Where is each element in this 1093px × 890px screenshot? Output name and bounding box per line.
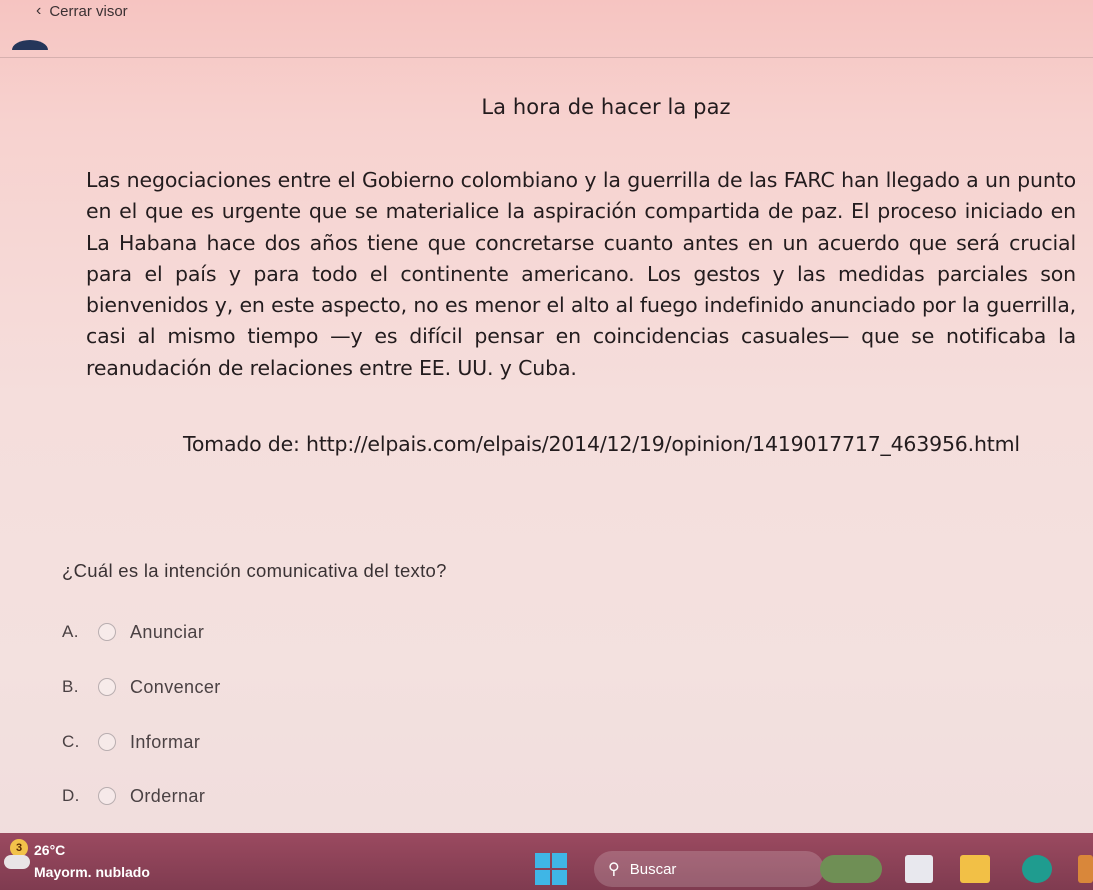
option-a[interactable]: A. Anunciar — [62, 621, 204, 643]
option-letter: C. — [62, 732, 80, 751]
chevron-left-icon: ‹ — [36, 2, 42, 19]
option-b[interactable]: B. Convencer — [62, 676, 221, 698]
document-title: La hora de hacer la paz — [481, 95, 731, 119]
option-c[interactable]: C. Informar — [62, 731, 200, 753]
option-letter: D. — [62, 786, 80, 805]
option-letter: A. — [62, 622, 79, 641]
toolbar-divider — [0, 57, 1093, 58]
task-view-icon[interactable] — [905, 855, 933, 883]
cloud-icon — [4, 855, 30, 869]
store-icon[interactable] — [1078, 855, 1093, 883]
option-label: Anunciar — [130, 621, 205, 642]
file-explorer-icon[interactable] — [960, 855, 990, 883]
option-label: Ordernar — [130, 785, 206, 806]
question-text: ¿Cuál es la intención comunicativa del t… — [62, 560, 447, 581]
edge-browser-icon[interactable] — [1022, 855, 1052, 883]
weather-temperature: 26°C — [34, 842, 66, 858]
option-letter: B. — [62, 677, 79, 696]
search-icon: ⚲ — [608, 861, 620, 878]
radio-button[interactable] — [98, 733, 116, 751]
windows-start-icon[interactable] — [535, 853, 567, 885]
weather-condition: Mayorm. nublado — [34, 864, 150, 880]
document-source: Tomado de: http://elpais.com/elpais/2014… — [183, 432, 1020, 457]
close-viewer-button[interactable]: ‹ Cerrar visor — [0, 0, 1093, 22]
option-d[interactable]: D. Ordernar — [62, 785, 205, 807]
radio-button[interactable] — [98, 678, 116, 696]
option-label: Convencer — [130, 676, 221, 697]
taskbar-search[interactable]: ⚲ Buscar — [594, 851, 824, 887]
search-label: Buscar — [629, 860, 677, 878]
document-body: Las negociaciones entre el Gobierno colo… — [86, 168, 1076, 380]
document-content: La hora de hacer la paz Las negociacione… — [86, 95, 1076, 456]
radio-button[interactable] — [98, 623, 116, 641]
radio-button[interactable] — [98, 787, 116, 805]
taskbar: 3 26°C Mayorm. nublado ⚲ Buscar — [0, 833, 1093, 890]
close-viewer-label: Cerrar visor — [49, 2, 128, 20]
option-label: Informar — [130, 731, 201, 752]
widgets-icon[interactable] — [820, 855, 882, 883]
